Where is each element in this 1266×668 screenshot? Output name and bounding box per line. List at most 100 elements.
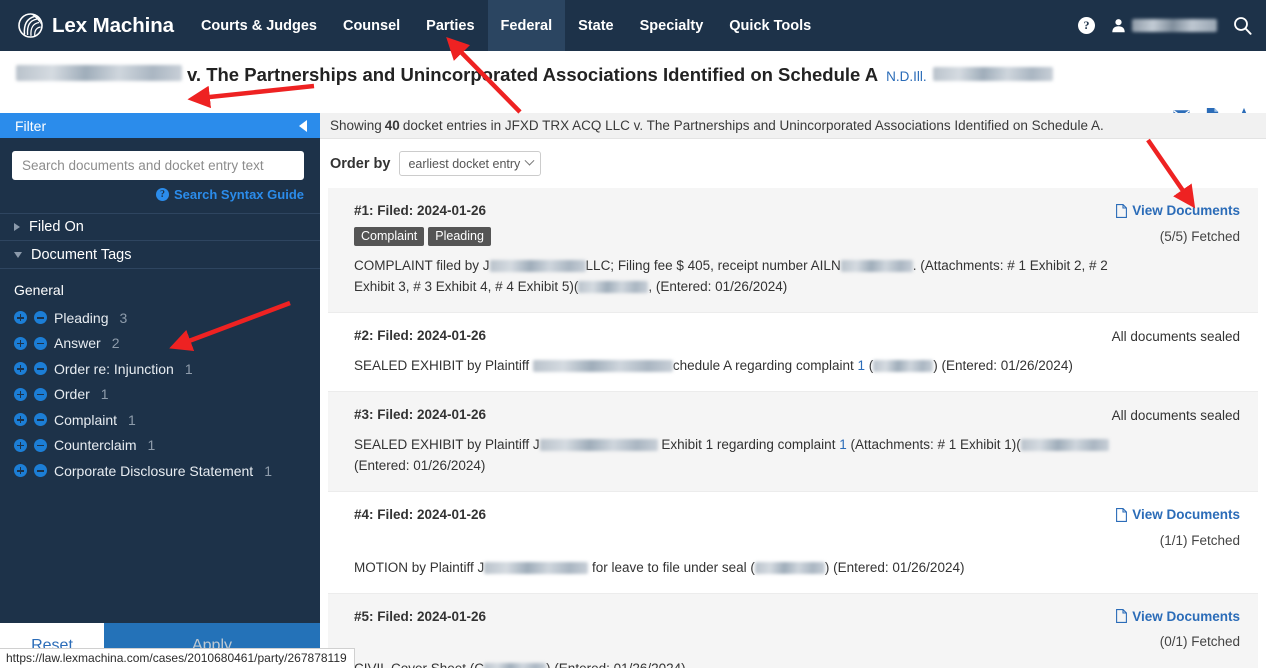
view-documents-link[interactable]: View Documents bbox=[1116, 507, 1240, 522]
include-plus-icon[interactable] bbox=[14, 387, 27, 401]
primary-nav-items: Courts & Judges Counsel Parties Federal … bbox=[188, 0, 824, 51]
view-documents-link[interactable]: View Documents bbox=[1116, 203, 1240, 218]
exclude-minus-icon[interactable] bbox=[34, 362, 47, 376]
filter-tag-corporate-disclosure-statement: Corporate Disclosure Statement 1 bbox=[14, 458, 306, 484]
exclude-minus-icon[interactable] bbox=[34, 387, 47, 401]
browser-status-bar: https://law.lexmachina.com/cases/2010680… bbox=[0, 648, 355, 668]
entry-main: #3: Filed: 2024-01-26 bbox=[354, 407, 486, 422]
document-icon bbox=[1116, 507, 1128, 522]
include-plus-icon[interactable] bbox=[14, 438, 27, 452]
filter-tag-complaint: Complaint 1 bbox=[14, 407, 306, 433]
collapse-left-arrow-icon[interactable] bbox=[299, 119, 307, 132]
chevron-right-icon bbox=[14, 223, 20, 231]
nav-item-specialty[interactable]: Specialty bbox=[627, 0, 717, 51]
order-by-label: Order by bbox=[330, 155, 391, 172]
nav-label: Quick Tools bbox=[729, 17, 812, 34]
entry-description: MOTION by Plaintiff J for leave to file … bbox=[354, 559, 965, 575]
filter-tag-counterclaim: Counterclaim 1 bbox=[14, 433, 306, 459]
tag-label[interactable]: Corporate Disclosure Statement bbox=[54, 463, 253, 479]
tag-label[interactable]: Counterclaim bbox=[54, 437, 136, 453]
entry-reference-link[interactable]: 1 bbox=[857, 358, 865, 373]
nav-item-parties[interactable]: Parties bbox=[413, 0, 487, 51]
exclude-minus-icon[interactable] bbox=[34, 336, 47, 350]
entry-chip-pleading[interactable]: Pleading bbox=[428, 227, 491, 246]
entry-tag-chips: Complaint Pleading bbox=[354, 227, 491, 246]
redacted-text bbox=[484, 663, 547, 668]
view-documents-label: View Documents bbox=[1132, 203, 1240, 218]
entry-chip-complaint[interactable]: Complaint bbox=[354, 227, 425, 246]
redacted-text bbox=[840, 260, 913, 273]
docket-entry-row[interactable]: #1: Filed: 2024-01-26 Complaint Pleading bbox=[328, 188, 1258, 313]
entry-right: View Documents (0/1) Fetched bbox=[1090, 609, 1240, 649]
filter-section-document-tags[interactable]: Document Tags bbox=[0, 241, 320, 269]
tag-label[interactable]: Order re: Injunction bbox=[54, 361, 174, 377]
nav-item-counsel[interactable]: Counsel bbox=[330, 0, 413, 51]
help-icon[interactable]: ? bbox=[1078, 17, 1095, 34]
main-content: Showing 40 docket entries in JFXD TRX AC… bbox=[320, 113, 1266, 668]
user-menu[interactable] bbox=[1111, 18, 1217, 33]
chevron-down-icon bbox=[14, 251, 22, 258]
docket-entry-row[interactable]: #5: Filed: 2024-01-26 View Documents (0/… bbox=[328, 593, 1258, 668]
entry-id: #2: Filed: 2024-01-26 bbox=[354, 328, 487, 343]
filter-section-label: Filed On bbox=[29, 219, 84, 235]
user-name-redacted bbox=[1132, 19, 1217, 32]
nav-label: Federal bbox=[500, 17, 553, 34]
tag-count: 2 bbox=[111, 335, 120, 352]
nav-item-quick-tools[interactable]: Quick Tools bbox=[716, 0, 824, 51]
nav-item-state[interactable]: State bbox=[565, 0, 626, 51]
include-plus-icon[interactable] bbox=[14, 311, 27, 325]
include-plus-icon[interactable] bbox=[14, 464, 27, 478]
tag-label[interactable]: Complaint bbox=[54, 412, 117, 428]
search-icon[interactable] bbox=[1233, 16, 1252, 35]
entry-reference-link[interactable]: 1 bbox=[839, 437, 847, 452]
search-input[interactable] bbox=[12, 151, 304, 180]
filter-tag-pleading: Pleading 3 bbox=[14, 305, 306, 331]
redacted-text bbox=[484, 561, 589, 574]
filter-tag-order: Order 1 bbox=[14, 382, 306, 408]
brand-logo[interactable]: Lex Machina bbox=[0, 0, 188, 51]
tag-count: 1 bbox=[184, 360, 193, 377]
tag-count: 1 bbox=[264, 462, 272, 479]
entry-id: #5: Filed: 2024-01-26 bbox=[354, 608, 487, 624]
redacted-text bbox=[532, 360, 673, 373]
order-by-select[interactable]: earliest docket entry bbox=[399, 151, 542, 176]
entry-top: #1: Filed: 2024-01-26 Complaint Pleading bbox=[354, 203, 1240, 246]
filter-section-filed-on[interactable]: Filed On bbox=[0, 213, 320, 241]
tag-label[interactable]: Order bbox=[54, 386, 90, 402]
docket-entry-row[interactable]: #2: Filed: 2024-01-26 All documents seal… bbox=[328, 313, 1258, 392]
exclude-minus-icon[interactable] bbox=[34, 311, 47, 325]
entry-description: SEALED EXHIBIT by Plaintiff chedule A re… bbox=[354, 358, 1073, 373]
include-plus-icon[interactable] bbox=[14, 413, 27, 427]
exclude-minus-icon[interactable] bbox=[34, 464, 47, 478]
tag-label[interactable]: Pleading bbox=[54, 310, 109, 326]
include-plus-icon[interactable] bbox=[14, 336, 27, 350]
search-syntax-guide-row: ? Search Syntax Guide bbox=[0, 180, 320, 202]
chevron-down-icon bbox=[524, 155, 535, 166]
include-plus-icon[interactable] bbox=[14, 362, 27, 376]
document-icon bbox=[1116, 609, 1128, 623]
results-summary: Showing 40 docket entries in JFXD TRX AC… bbox=[320, 113, 1266, 139]
view-documents-link[interactable]: View Documents bbox=[1116, 609, 1240, 624]
docket-entry-row[interactable]: #4: Filed: 2024-01-26 View Documents (1/… bbox=[328, 492, 1258, 594]
nav-label: Parties bbox=[426, 17, 475, 34]
docket-entry-row[interactable]: #3: Filed: 2024-01-26 All documents seal… bbox=[328, 392, 1258, 492]
showing-prefix: Showing bbox=[330, 118, 382, 133]
view-documents-label: View Documents bbox=[1132, 507, 1240, 522]
redacted-text bbox=[539, 439, 658, 452]
redacted-text bbox=[754, 561, 825, 574]
nav-item-federal[interactable]: Federal bbox=[487, 0, 566, 51]
search-syntax-guide-link[interactable]: Search Syntax Guide bbox=[174, 187, 304, 202]
filter-header: Filter bbox=[0, 113, 320, 138]
filter-section-label: Document Tags bbox=[31, 246, 132, 263]
entry-id: #4: Filed: 2024-01-26 bbox=[354, 507, 487, 522]
entry-right: All documents sealed bbox=[1090, 328, 1240, 346]
entry-top: #5: Filed: 2024-01-26 View Documents (0/… bbox=[354, 609, 1240, 650]
entry-main: #4: Filed: 2024-01-26 bbox=[354, 507, 486, 522]
tag-label[interactable]: Answer bbox=[54, 335, 101, 351]
exclude-minus-icon[interactable] bbox=[34, 413, 47, 427]
nav-label: State bbox=[578, 17, 614, 34]
nav-item-courts-judges[interactable]: Courts & Judges bbox=[188, 0, 330, 51]
fetched-count: (5/5) Fetched bbox=[1159, 228, 1240, 244]
exclude-minus-icon[interactable] bbox=[34, 438, 47, 452]
tag-count: 1 bbox=[100, 386, 109, 403]
